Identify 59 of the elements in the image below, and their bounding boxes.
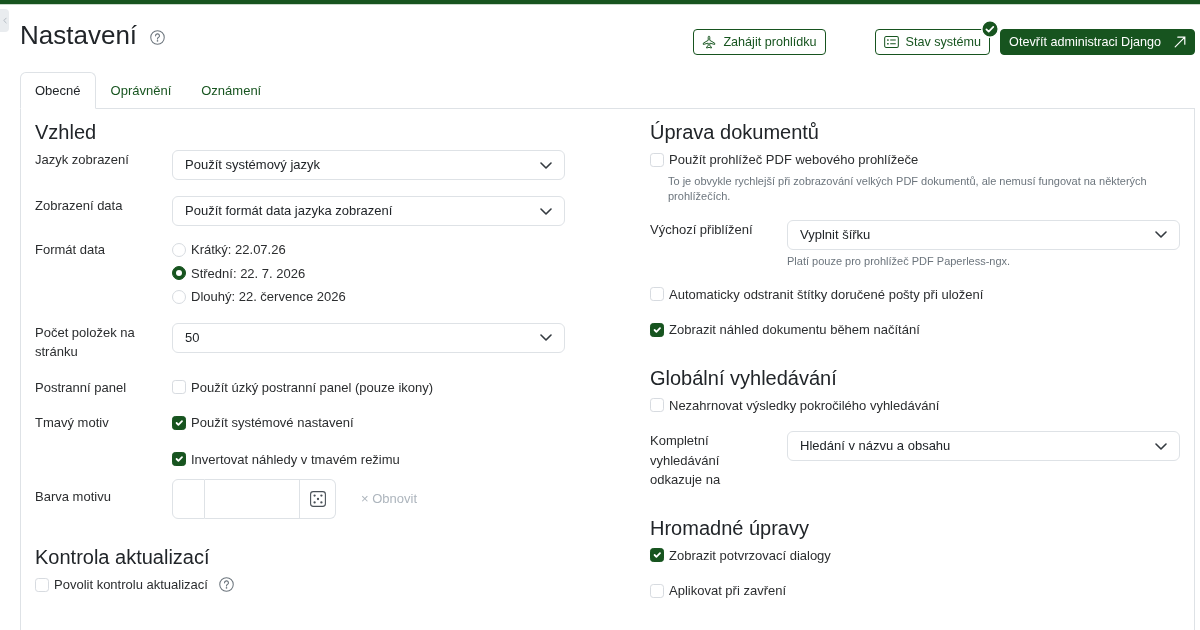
chevron-down-icon (540, 207, 552, 215)
tab[interactable]: Oprávnění (95, 72, 187, 109)
select-field[interactable]: 50 (172, 322, 565, 353)
open-admin-button[interactable]: Otevřít administraci Django (1000, 29, 1195, 55)
checkbox-label: Automaticky odstranit štítky doručené pošty při uložení (669, 285, 984, 304)
radio-button[interactable] (172, 266, 186, 281)
sidebar-toggle-button[interactable] (0, 9, 9, 32)
field-label: Kompletní vyhledávání odkazuje na (650, 432, 722, 489)
color-input-field[interactable] (205, 479, 300, 519)
checkbox[interactable] (172, 452, 186, 467)
select-field[interactable]: Hledání v názvu a obsahu (787, 431, 1180, 461)
checkbox-label: Aplikovat při zavření (669, 582, 787, 600)
tab[interactable]: Obecné (20, 72, 96, 109)
arrow-up-right-icon (1174, 36, 1186, 48)
checkbox[interactable] (650, 548, 664, 563)
hint-text: To je obvykle rychlejší při zobrazování velkých PDF dokumentů, ale nemusí fungovat na některých prohlížečích. (667, 173, 1148, 204)
section-heading: Kontrola aktualizací (35, 545, 211, 569)
field-label: Zobrazení data (35, 197, 124, 215)
select-field[interactable]: Použít formát data jazyka zobrazení (172, 196, 565, 226)
page-title: Nastavení (20, 20, 138, 51)
radio-label: Střední: 22. 7. 2026 (191, 264, 306, 283)
select-field[interactable]: Použít systémový jazyk (172, 150, 565, 180)
checkbox-label: Nezahrnovat výsledky pokročilého vyhledávání (669, 396, 940, 415)
checkbox-label: Použít úzký postranní panel (pouze ikony) (191, 378, 434, 397)
checkbox-label: Invertovat náhledy v tmavém režimu (191, 450, 400, 469)
random-color-button[interactable] (300, 479, 336, 519)
checkbox[interactable] (172, 415, 186, 430)
hint-text: Platí pouze pro prohlížeč PDF Paperless-ngx. (787, 253, 1012, 269)
checkbox-label: Zobrazit potvrzovací dialogy (669, 546, 831, 565)
chevron-left-icon (2, 17, 7, 24)
chevron-down-icon (540, 161, 552, 169)
section-heading: Globální vyhledávání (650, 365, 838, 390)
system-status-button[interactable]: Stav systému (874, 29, 991, 55)
field-label: Počet položek na stránku (35, 323, 136, 361)
section-heading: Hromadné úpravy (650, 515, 810, 540)
chevron-down-icon (1155, 442, 1167, 450)
section-heading: Vzhled (35, 120, 98, 144)
airplane-icon (702, 35, 717, 49)
tour-button[interactable]: Zahájit prohlídku (693, 29, 826, 55)
checkbox-label: Použít prohlížeč PDF webového prohlížeče (669, 151, 919, 169)
field-label: Formát data (35, 241, 107, 259)
radio-label: Dlouhý: 22. července 2026 (191, 288, 346, 306)
dice-icon (309, 491, 326, 507)
field-label: Výchozí přiblížení (650, 220, 754, 239)
checkbox-label: Zobrazit náhled dokumentu během načítání (669, 321, 920, 339)
card-list-icon (883, 36, 899, 48)
field-label: Barva motivu (35, 488, 112, 506)
chevron-down-icon (1155, 231, 1167, 238)
chevron-down-icon (540, 334, 552, 341)
select-field[interactable]: Vyplnit šířku (787, 219, 1180, 250)
checkbox[interactable] (650, 322, 664, 337)
section-heading: Úprava dokumentů (650, 120, 820, 144)
field-label: Jazyk zobrazení (35, 151, 130, 169)
field-label: Tmavý motiv (35, 414, 110, 432)
checkbox-label: Použít systémové nastavení (191, 414, 354, 432)
radio-label: Krátký: 22.07.26 (191, 241, 286, 259)
field-label: Postranní panel (35, 378, 128, 397)
checkbox-label: Povolit kontrolu aktualizací (54, 576, 208, 594)
tab[interactable]: Oznámení (186, 72, 277, 109)
